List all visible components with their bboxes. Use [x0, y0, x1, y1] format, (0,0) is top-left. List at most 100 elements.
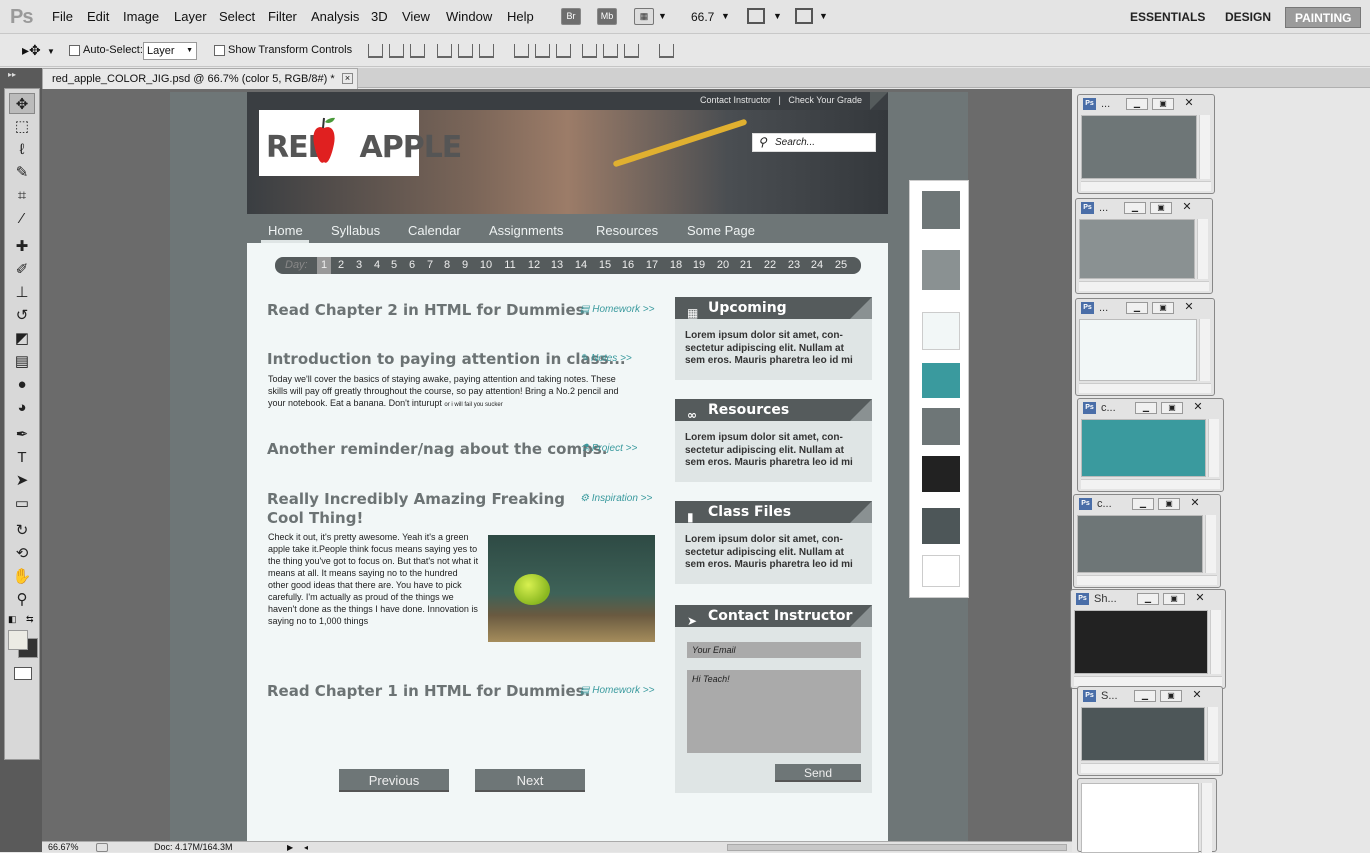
eraser-tool-icon[interactable]: ◩: [9, 328, 35, 349]
nav-home[interactable]: Home: [268, 223, 303, 238]
day-24[interactable]: 24: [810, 259, 824, 271]
minimize-icon[interactable]: ▁: [1132, 498, 1154, 510]
menu-analysis[interactable]: Analysis: [311, 9, 359, 24]
align-right-icon[interactable]: [479, 44, 494, 58]
3d-rotate-icon[interactable]: ↻: [9, 520, 35, 541]
homework-link[interactable]: ▤ Homework >>: [580, 304, 654, 315]
bridge-button[interactable]: Br: [561, 8, 581, 25]
gradient-tool-icon[interactable]: ▤: [9, 351, 35, 372]
distribute-top-icon[interactable]: [514, 44, 529, 58]
day-12[interactable]: 12: [527, 259, 541, 271]
horizontal-scrollbar[interactable]: [1079, 383, 1211, 393]
menu-edit[interactable]: Edit: [87, 9, 109, 24]
nav-syllabus[interactable]: Syllabus: [331, 223, 380, 238]
email-field[interactable]: Your Email: [687, 642, 861, 658]
inspiration-link[interactable]: ⚙ Inspiration >>: [580, 493, 652, 504]
day-2[interactable]: 2: [334, 259, 348, 271]
homework-link[interactable]: ▤ Homework >>: [580, 685, 654, 696]
status-export-icon[interactable]: [96, 843, 108, 852]
maximize-icon[interactable]: ▣: [1150, 202, 1172, 214]
lasso-tool-icon[interactable]: ℓ: [9, 139, 35, 160]
quick-select-tool-icon[interactable]: ✎: [9, 162, 35, 183]
day-6[interactable]: 6: [405, 259, 419, 271]
horizontal-scrollbar[interactable]: [1081, 181, 1211, 191]
post-title[interactable]: Introduction to paying attention in clas…: [267, 350, 626, 368]
color-swatch[interactable]: [922, 250, 960, 290]
vertical-scrollbar[interactable]: [1210, 610, 1221, 674]
maximize-icon[interactable]: ▣: [1163, 593, 1185, 605]
close-icon[interactable]: ✕: [1187, 402, 1209, 414]
vertical-scrollbar[interactable]: [1201, 783, 1212, 853]
close-icon[interactable]: ✕: [1186, 690, 1208, 702]
play-icon[interactable]: ▶: [287, 842, 293, 853]
previous-button[interactable]: Previous: [339, 769, 449, 792]
post-title[interactable]: Read Chapter 1 in HTML for Dummies.: [267, 682, 590, 700]
crop-tool-icon[interactable]: ⌗: [9, 185, 35, 206]
minimize-icon[interactable]: ▁: [1126, 98, 1148, 110]
next-button[interactable]: Next: [475, 769, 585, 792]
day-10[interactable]: 10: [479, 259, 493, 271]
day-4[interactable]: 4: [370, 259, 384, 271]
quick-mask-icon[interactable]: [14, 667, 32, 680]
day-20[interactable]: 20: [716, 259, 730, 271]
day-16[interactable]: 16: [621, 259, 635, 271]
workspace-painting[interactable]: PAINTING: [1285, 7, 1362, 28]
color-swatch[interactable]: [922, 555, 960, 587]
clone-stamp-icon[interactable]: ⊥: [9, 282, 35, 303]
zoom-dropdown-icon[interactable]: ▼: [721, 11, 730, 21]
menu-image[interactable]: Image: [123, 9, 159, 24]
day-21[interactable]: 21: [739, 259, 753, 271]
nav-assignments[interactable]: Assignments: [489, 223, 563, 238]
minimize-icon[interactable]: ▁: [1134, 690, 1156, 702]
vertical-scrollbar[interactable]: [1207, 707, 1218, 761]
maximize-icon[interactable]: ▣: [1160, 690, 1182, 702]
window-canvas[interactable]: [1079, 219, 1195, 279]
day-7[interactable]: 7: [423, 259, 437, 271]
3d-orbit-icon[interactable]: ⟲: [9, 543, 35, 564]
day-23[interactable]: 23: [787, 259, 801, 271]
maximize-icon[interactable]: ▣: [1152, 98, 1174, 110]
vertical-scrollbar[interactable]: [1197, 219, 1208, 279]
day-25[interactable]: 25: [834, 259, 848, 271]
auto-select-dropdown[interactable]: Layer ▼: [143, 42, 197, 60]
color-swatch[interactable]: [922, 191, 960, 229]
day-14[interactable]: 14: [574, 259, 588, 271]
day-11[interactable]: 11: [503, 259, 517, 271]
maximize-icon[interactable]: ▣: [1161, 402, 1183, 414]
menu-layer[interactable]: Layer: [174, 9, 207, 24]
eyedropper-tool-icon[interactable]: ⁄: [9, 208, 35, 229]
history-brush-icon[interactable]: ↺: [9, 305, 35, 326]
align-vcenter-icon[interactable]: [389, 44, 404, 58]
close-icon[interactable]: ✕: [1178, 98, 1200, 110]
dodge-tool-icon[interactable]: ◕: [9, 397, 35, 418]
healing-brush-icon[interactable]: ✚: [9, 236, 35, 257]
day-19[interactable]: 19: [692, 259, 706, 271]
day-8[interactable]: 8: [440, 259, 454, 271]
align-left-icon[interactable]: [437, 44, 452, 58]
arrange-documents-icon[interactable]: [747, 8, 765, 24]
align-top-icon[interactable]: [368, 44, 383, 58]
menu-file[interactable]: File: [52, 9, 73, 24]
distribute-vcenter-icon[interactable]: [535, 44, 550, 58]
window-canvas[interactable]: [1081, 115, 1197, 179]
close-icon[interactable]: ✕: [1176, 202, 1198, 214]
message-field[interactable]: Hi Teach!: [687, 670, 861, 753]
window-canvas[interactable]: [1074, 610, 1208, 674]
color-swatch[interactable]: [922, 508, 960, 544]
mini-bridge-button[interactable]: Mb: [597, 8, 617, 25]
maximize-icon[interactable]: ▣: [1158, 498, 1180, 510]
horizontal-scrollbar[interactable]: [1077, 575, 1217, 585]
distribute-left-icon[interactable]: [582, 44, 597, 58]
day-13[interactable]: 13: [550, 259, 564, 271]
collapse-icon[interactable]: ▸▸: [8, 70, 16, 79]
post-title[interactable]: Read Chapter 2 in HTML for Dummies.: [267, 301, 590, 319]
path-select-icon[interactable]: ➤: [9, 470, 35, 491]
transform-controls-checkbox[interactable]: [214, 45, 225, 56]
minimize-icon[interactable]: ▁: [1137, 593, 1159, 605]
move-tool-icon[interactable]: ▸✥: [22, 42, 41, 59]
screen-mode-icon[interactable]: [795, 8, 813, 24]
auto-select-checkbox[interactable]: [69, 45, 80, 56]
vertical-scrollbar[interactable]: [1199, 319, 1210, 381]
window-canvas[interactable]: [1081, 419, 1206, 477]
distribute-right-icon[interactable]: [624, 44, 639, 58]
